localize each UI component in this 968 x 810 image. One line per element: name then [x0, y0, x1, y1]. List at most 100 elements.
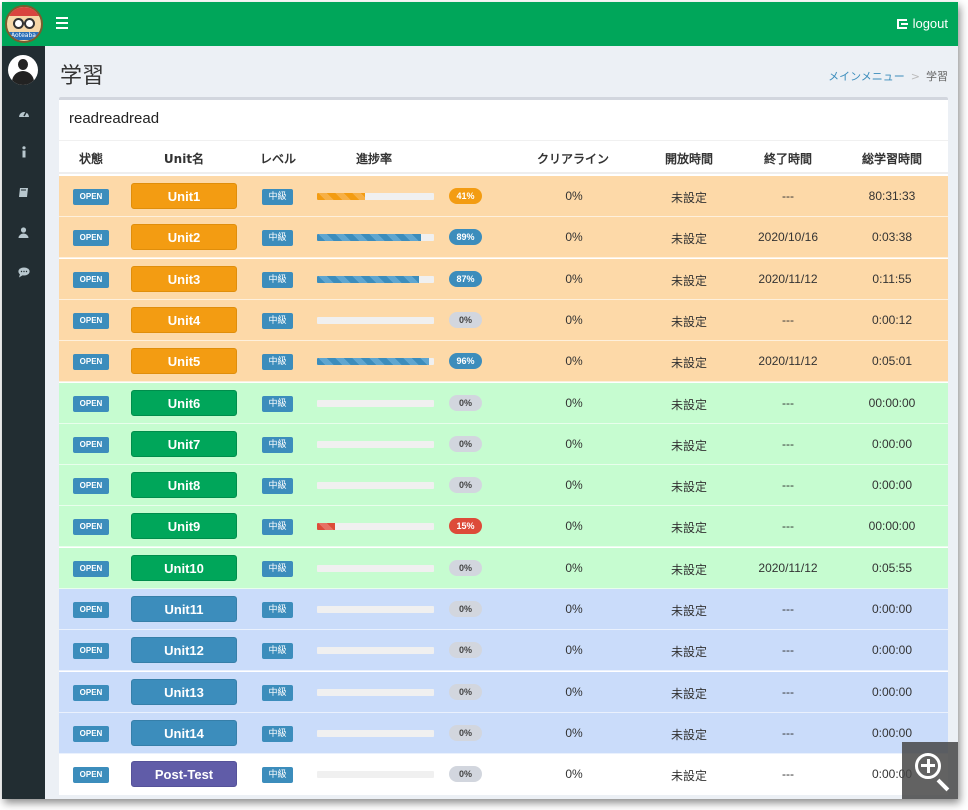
status-badge[interactable]: OPEN: [73, 602, 109, 618]
end-time-value: ---: [782, 643, 794, 658]
progress-percent-badge: 15%: [449, 518, 482, 535]
table-row: OPEN Unit11 中級 0% 0% 未設定 --- 0:00:00: [59, 589, 948, 630]
status-badge[interactable]: OPEN: [73, 436, 109, 453]
progress-percent-badge: 0%: [449, 642, 482, 659]
level-badge: 中級: [262, 354, 293, 371]
progress-percent-badge: 0%: [449, 559, 482, 576]
logout-button[interactable]: logout: [896, 16, 948, 31]
zoom-in-icon[interactable]: [902, 742, 958, 799]
clear-line-value: 0%: [565, 395, 583, 410]
unit-button[interactable]: Unit2: [131, 224, 237, 251]
status-badge[interactable]: OPEN: [73, 189, 109, 205]
breadcrumb-current: 学習: [926, 70, 948, 83]
status-badge[interactable]: OPEN: [73, 230, 109, 247]
book-icon[interactable]: [2, 183, 45, 207]
table-row: OPEN Unit2 中級 89% 0% 未設定 2020/10/16 0:03:38: [59, 217, 948, 259]
unit-button[interactable]: Unit14: [131, 719, 237, 746]
open-time-value: 未設定: [670, 314, 707, 329]
progress-bar: [317, 275, 434, 283]
unit-button[interactable]: Unit12: [131, 637, 237, 664]
unit-button[interactable]: Unit11: [131, 596, 237, 622]
end-time-value: 2020/10/16: [757, 230, 819, 245]
unit-button[interactable]: Unit3: [131, 265, 237, 292]
status-badge[interactable]: OPEN: [73, 725, 109, 742]
table-row: OPEN Unit6 中級 0% 0% 未設定 --- 00:00:00: [59, 382, 948, 424]
progress-bar: [317, 482, 434, 490]
unit-button[interactable]: Unit4: [131, 306, 237, 333]
unit-button[interactable]: Unit6: [131, 389, 237, 416]
progress-percent-badge: 0%: [449, 601, 482, 617]
table-row: OPEN Post-Test 中級 0% 0% 未設定 --- 0:00:00: [59, 754, 948, 796]
end-time-value: 2020/11/12: [758, 354, 818, 369]
open-time-value: 未設定: [670, 438, 707, 453]
unit-button[interactable]: Unit13: [131, 678, 237, 705]
unit-button[interactable]: Unit1: [131, 183, 237, 209]
progress-percent-badge: 96%: [449, 353, 482, 370]
level-badge: 中級: [262, 725, 293, 742]
unit-button[interactable]: Unit10: [131, 554, 237, 581]
col-total-time: 総学習時間: [861, 152, 922, 166]
level-badge: 中級: [262, 312, 293, 329]
unit-button[interactable]: Unit7: [131, 430, 237, 457]
logo[interactable]: Aoteaba: [2, 2, 45, 46]
app-window: Aoteaba logout 学習 メインメニュー > 学習 readreadr…: [2, 2, 958, 799]
status-badge[interactable]: OPEN: [73, 684, 109, 701]
status-badge[interactable]: OPEN: [73, 560, 109, 577]
unit-button[interactable]: Unit5: [131, 348, 237, 375]
status-badge[interactable]: OPEN: [73, 767, 109, 784]
hamburger-menu-icon[interactable]: [56, 14, 76, 34]
level-badge: 中級: [262, 395, 293, 412]
end-time-value: ---: [782, 478, 794, 493]
clear-line-value: 0%: [565, 643, 583, 658]
clear-line-value: 0%: [565, 560, 583, 575]
level-badge: 中級: [262, 684, 293, 701]
progress-percent-badge: 0%: [449, 724, 482, 741]
progress-bar: [317, 399, 434, 407]
end-time-value: ---: [782, 312, 794, 327]
progress-bar: [317, 523, 434, 531]
end-time-value: ---: [782, 189, 794, 203]
progress-percent-badge: 89%: [449, 229, 482, 246]
clear-line-value: 0%: [565, 684, 583, 699]
level-badge: 中級: [262, 189, 293, 205]
status-badge[interactable]: OPEN: [73, 271, 109, 288]
clear-line-value: 0%: [565, 519, 583, 534]
table-row: OPEN Unit9 中級 15% 0% 未設定 --- 00:00:00: [59, 506, 948, 548]
progress-bar: [317, 771, 434, 779]
table-row: OPEN Unit3 中級 87% 0% 未設定 2020/11/12 0:11:55: [59, 258, 948, 300]
breadcrumb-separator: >: [910, 70, 920, 83]
breadcrumb-main-menu[interactable]: メインメニュー: [828, 70, 905, 83]
clear-line-value: 0%: [565, 312, 583, 327]
dashboard-icon[interactable]: [2, 103, 45, 127]
user-icon[interactable]: [2, 223, 45, 247]
col-level: レベル: [259, 152, 296, 166]
status-badge[interactable]: OPEN: [73, 395, 109, 412]
end-time-value: ---: [782, 602, 794, 616]
table-row: OPEN Unit1 中級 41% 0% 未設定 --- 80:31:33: [59, 176, 948, 217]
progress-percent-badge: 0%: [449, 766, 482, 783]
page-title: 学習: [60, 64, 105, 89]
top-navbar: Aoteaba logout: [2, 2, 958, 46]
clear-line-value: 0%: [565, 478, 583, 493]
status-badge[interactable]: OPEN: [73, 354, 109, 371]
total-time-value: 0:05:01: [871, 354, 913, 369]
clear-line-value: 0%: [565, 725, 583, 740]
info-icon[interactable]: [2, 143, 45, 167]
progress-percent-badge: 0%: [449, 311, 482, 328]
progress-bar: [317, 564, 434, 572]
status-badge[interactable]: OPEN: [73, 312, 109, 329]
status-badge[interactable]: OPEN: [73, 519, 109, 536]
total-time-value: 00:00:00: [868, 395, 916, 410]
open-time-value: 未設定: [670, 727, 707, 742]
comment-icon[interactable]: [2, 263, 45, 287]
unit-button[interactable]: Unit8: [131, 472, 237, 499]
total-time-value: 0:00:00: [871, 602, 913, 616]
unit-button[interactable]: Unit9: [131, 513, 237, 540]
level-badge: 中級: [262, 478, 293, 495]
status-badge[interactable]: OPEN: [73, 478, 109, 495]
avatar[interactable]: [8, 55, 38, 85]
unit-button[interactable]: Post-Test: [131, 761, 237, 788]
status-badge[interactable]: OPEN: [73, 643, 109, 660]
clear-line-value: 0%: [565, 767, 583, 782]
total-time-value: 0:05:55: [871, 560, 913, 575]
